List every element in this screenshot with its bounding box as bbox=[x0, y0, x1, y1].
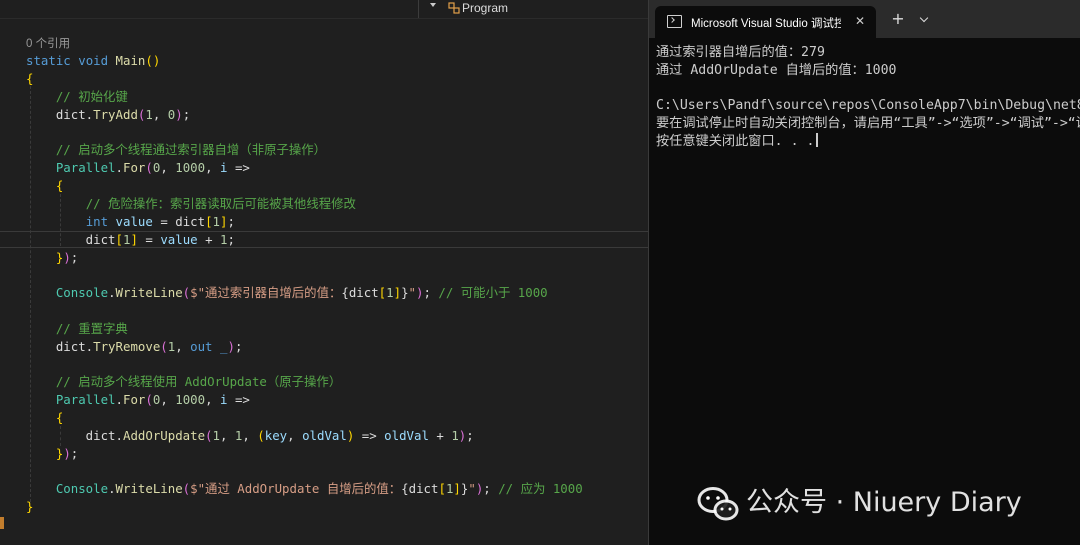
code-line: { bbox=[55, 410, 64, 425]
nav-separator bbox=[418, 0, 419, 18]
navigation-bar: Program bbox=[0, 0, 648, 19]
code-line: Console.WriteLine($"通过 AddOrUpdate 自增后的值… bbox=[55, 481, 583, 496]
code-line: { bbox=[55, 178, 64, 193]
code-line: // 初始化键 bbox=[26, 88, 128, 106]
code-comment: // 可能小于 1000 bbox=[438, 285, 548, 300]
code-comment: // 启动多个线程使用 AddOrUpdate（原子操作） bbox=[55, 374, 342, 389]
code-comment: // 危险操作：索引器读取后可能被其他线程修改 bbox=[85, 196, 356, 211]
code-line: dict[1] = value + 1; bbox=[26, 232, 235, 247]
code-comment: // 启动多个线程通过索引器自增（非原子操作） bbox=[55, 142, 327, 157]
string-literal: $"通过索引器自增后的值： bbox=[190, 285, 342, 300]
code-comment: // 应为 1000 bbox=[498, 481, 583, 496]
code-line: { bbox=[26, 71, 34, 86]
code-comment: // 初始化键 bbox=[55, 89, 128, 104]
code-editor[interactable]: Program 0 个引用 static void Main() { // 初始… bbox=[0, 0, 648, 545]
code-line: Console.WriteLine($"通过索引器自增后的值：{dict[1]}… bbox=[55, 285, 548, 300]
terminal-tab[interactable]: Microsoft Visual Studio 调试控制台 ✕ bbox=[655, 6, 876, 38]
console-line: 按任意键关闭此窗口. . . bbox=[656, 133, 815, 149]
terminal-window[interactable]: Microsoft Visual Studio 调试控制台 ✕ + 通过索引器自… bbox=[648, 0, 1080, 545]
code-line: // 危险操作：索引器读取后可能被其他线程修改 bbox=[26, 195, 356, 213]
wechat-icon bbox=[697, 487, 739, 521]
watermark-text: 公众号 · Niuery Diary bbox=[746, 487, 1022, 518]
close-tab-icon[interactable]: ✕ bbox=[853, 14, 867, 28]
code-comment: // 重置字典 bbox=[55, 321, 128, 336]
code-line: // 重置字典 bbox=[26, 320, 128, 338]
console-line-with-cursor: 按任意键关闭此窗口. . . bbox=[656, 132, 1080, 151]
chevron-down-icon[interactable] bbox=[916, 9, 934, 29]
code-line: dict.TryAdd(1, 0); bbox=[26, 107, 191, 122]
code-line: // 启动多个线程通过索引器自增（非原子操作） bbox=[26, 141, 326, 159]
console-line: 通过 AddOrUpdate 自增后的值：1000 bbox=[656, 62, 897, 78]
caret-margin-marker bbox=[0, 517, 4, 529]
string-literal: $"通过 AddOrUpdate 自增后的值： bbox=[190, 481, 402, 496]
code-line: } bbox=[26, 499, 34, 514]
codelens-references[interactable]: 0 个引用 bbox=[26, 35, 70, 53]
code-line: }); bbox=[55, 446, 79, 461]
code-line: Parallel.For(0, 1000, i => bbox=[55, 160, 250, 175]
code-line: }); bbox=[55, 250, 79, 265]
terminal-icon bbox=[667, 15, 682, 28]
member-scope-dropdown[interactable]: Program bbox=[462, 1, 508, 15]
console-line: C:\Users\Pandf\source\repos\ConsoleApp7\… bbox=[656, 98, 1080, 114]
code-line: // 启动多个线程使用 AddOrUpdate（原子操作） bbox=[26, 373, 341, 391]
code-line: int value = dict[1]; bbox=[85, 214, 235, 229]
console-line: 要在调试停止时自动关闭控制台，请启用“工具”->“选项”->“调试”->“调试停… bbox=[656, 116, 1080, 132]
console-line: 通过索引器自增后的值：279 bbox=[656, 45, 825, 60]
string-literal: " bbox=[468, 481, 476, 496]
code-line: Parallel.For(0, 1000, i => bbox=[55, 392, 250, 407]
terminal-tab-title: Microsoft Visual Studio 调试控制台 bbox=[691, 18, 841, 30]
string-literal: " bbox=[408, 285, 417, 300]
type-dropdown-chevron-icon[interactable] bbox=[430, 3, 436, 7]
terminal-tab-bar: Microsoft Visual Studio 调试控制台 ✕ + bbox=[649, 0, 1080, 38]
code-line: static void Main() bbox=[26, 53, 161, 68]
console-output[interactable]: 通过索引器自增后的值：279 通过 AddOrUpdate 自增后的值：1000… bbox=[656, 44, 1080, 151]
text-cursor bbox=[816, 132, 818, 147]
code-line: dict.TryRemove(1, out _); bbox=[26, 339, 243, 354]
new-tab-button[interactable]: + bbox=[888, 9, 908, 29]
class-icon bbox=[448, 2, 460, 14]
code-line: dict.AddOrUpdate(1, 1, (key, oldVal) => … bbox=[26, 428, 474, 443]
